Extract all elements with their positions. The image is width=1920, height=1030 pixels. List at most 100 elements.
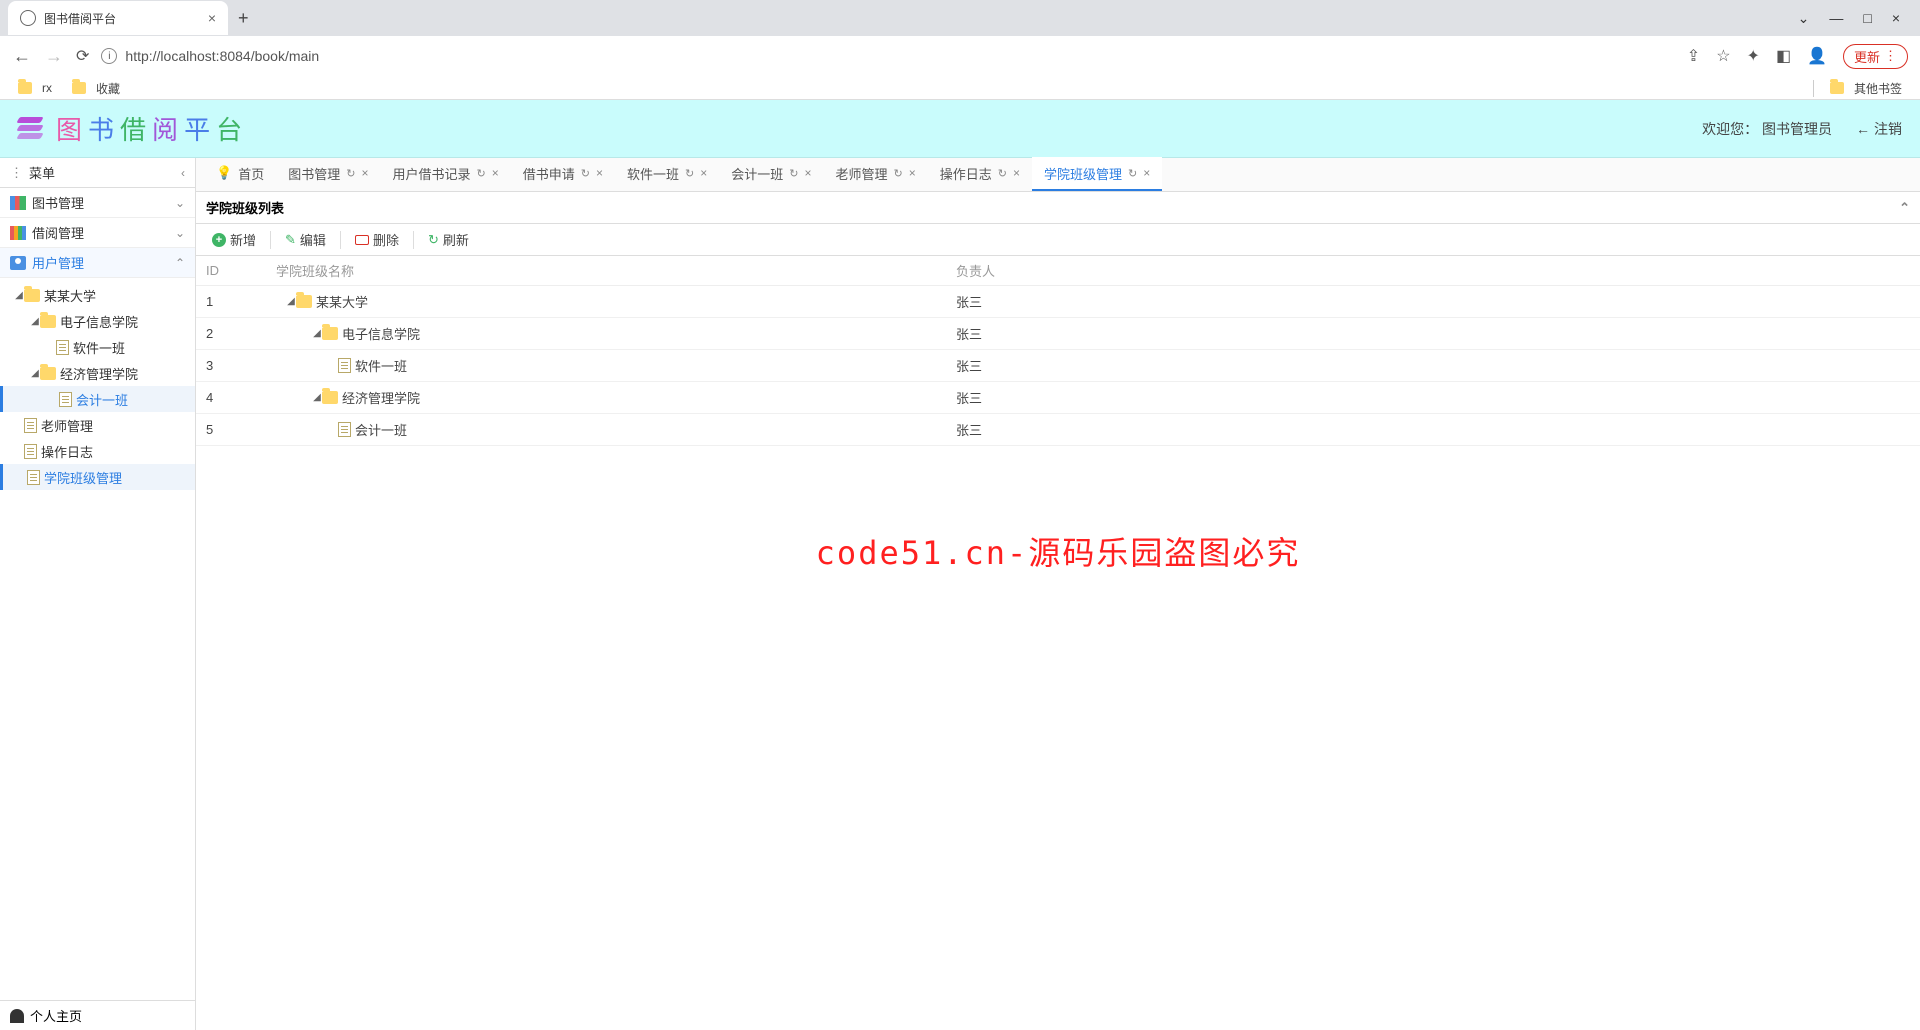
sidebar-tree: ◢某某大学 ◢电子信息学院 软件一班 ◢经济管理学院 会计一班 老师管理 操作日…: [0, 278, 195, 494]
cell-owner: 张三: [956, 324, 1910, 343]
panel-title: 学院班级列表 ⌃: [196, 192, 1920, 224]
extensions-icon[interactable]: ✦: [1747, 46, 1760, 66]
tree-node-college-class[interactable]: 学院班级管理: [0, 464, 195, 490]
tab-close-icon[interactable]: ×: [700, 166, 707, 180]
tab-label: 学院班级管理: [1044, 164, 1122, 183]
tab-close-icon[interactable]: ×: [361, 166, 368, 180]
tab-refresh-icon[interactable]: ↻: [998, 167, 1007, 180]
cell-id: 1: [206, 294, 276, 309]
tree-node-root[interactable]: ◢某某大学: [0, 282, 195, 308]
folder-icon: [296, 295, 312, 308]
tab-图书管理[interactable]: 图书管理 ↻ ×: [276, 157, 380, 191]
tab-label: 图书管理: [288, 164, 340, 183]
expand-icon[interactable]: ◢: [312, 392, 322, 403]
page-icon: [24, 444, 37, 459]
tree-node-dept1[interactable]: ◢电子信息学院: [0, 308, 195, 334]
tab-软件一班[interactable]: 软件一班↻×: [615, 157, 719, 191]
collapse-icon[interactable]: ⌃: [1899, 200, 1910, 216]
tab-会计一班[interactable]: 会计一班↻×: [719, 157, 823, 191]
cell-id: 2: [206, 326, 276, 341]
tab-close-icon[interactable]: ×: [1143, 166, 1150, 180]
tab-close-icon[interactable]: ×: [596, 166, 603, 180]
tree-node-teacher[interactable]: 老师管理: [0, 412, 195, 438]
back-icon[interactable]: ←: [12, 46, 32, 67]
tree-node-class1[interactable]: 软件一班: [0, 334, 195, 360]
tab-refresh-icon[interactable]: ↻: [476, 167, 485, 180]
reload-icon[interactable]: ⟳: [76, 46, 89, 66]
url-bar[interactable]: i http://localhost:8084/book/main: [101, 48, 1674, 64]
edit-button[interactable]: ✎编辑: [277, 227, 334, 252]
update-button[interactable]: 更新⋮: [1843, 44, 1908, 69]
tab-学院班级管理[interactable]: 学院班级管理 ↻ ×: [1032, 157, 1162, 191]
folder-icon: [40, 315, 56, 328]
side-panel-icon[interactable]: ◧: [1776, 46, 1791, 66]
tab-close-icon[interactable]: ×: [909, 166, 916, 180]
new-tab-button[interactable]: +: [238, 8, 249, 29]
refresh-button[interactable]: ↻刷新: [420, 227, 477, 252]
tab-refresh-icon[interactable]: ↻: [581, 167, 590, 180]
cell-name: 软件一班: [276, 356, 956, 375]
tab-refresh-icon[interactable]: ↻: [789, 167, 798, 180]
forward-icon[interactable]: →: [44, 46, 64, 67]
delete-button[interactable]: 删除: [347, 227, 407, 252]
tab-操作日志[interactable]: 操作日志↻×: [928, 157, 1032, 191]
folder-icon: [18, 82, 32, 94]
expand-icon[interactable]: ◢: [312, 328, 322, 339]
window-dropdown-icon[interactable]: ⌄: [1798, 10, 1810, 27]
chevron-down-icon: ⌄: [175, 196, 185, 210]
table-row[interactable]: 4◢经济管理学院张三: [196, 382, 1920, 414]
share-icon[interactable]: ⇪: [1687, 46, 1700, 66]
tab-close-icon[interactable]: ×: [1013, 166, 1020, 180]
col-name: 学院班级名称: [276, 261, 956, 280]
tab-用户借书记录[interactable]: 用户借书记录↻×: [380, 157, 510, 191]
tree-node-dept2[interactable]: ◢经济管理学院: [0, 360, 195, 386]
tab-label: 借书申请: [523, 164, 575, 183]
table-row[interactable]: 3软件一班张三: [196, 350, 1920, 382]
table-header: ID 学院班级名称 负责人: [196, 256, 1920, 286]
tab-close-icon[interactable]: ×: [804, 166, 811, 180]
borrow-icon: [10, 226, 26, 240]
table-row[interactable]: 2◢电子信息学院张三: [196, 318, 1920, 350]
bookmark-fav[interactable]: 收藏: [72, 80, 120, 97]
bookmark-bar: rx 收藏 其他书签: [0, 76, 1920, 100]
folder-icon: [322, 391, 338, 404]
expand-icon[interactable]: ◢: [30, 368, 40, 379]
tab-refresh-icon[interactable]: ↻: [893, 167, 902, 180]
star-icon[interactable]: ☆: [1716, 46, 1730, 66]
tab-老师管理[interactable]: 老师管理 ↻ ×: [823, 157, 927, 191]
close-window-icon[interactable]: ×: [1892, 10, 1900, 27]
expand-icon[interactable]: ◢: [14, 290, 24, 301]
tab-借书申请[interactable]: 借书申请 ↻ ×: [511, 157, 615, 191]
sidebar-item-borrow[interactable]: 借阅管理⌄: [0, 218, 195, 248]
bookmark-rx[interactable]: rx: [18, 81, 52, 95]
tab-close-icon[interactable]: ×: [492, 166, 499, 180]
tab-label: 老师管理: [835, 164, 887, 183]
tab-首页[interactable]: 💡首页: [204, 157, 276, 191]
maximize-icon[interactable]: □: [1863, 10, 1871, 27]
table-body: 1◢某某大学张三2◢电子信息学院张三3软件一班张三4◢经济管理学院张三5会计一班…: [196, 286, 1920, 1030]
site-info-icon[interactable]: i: [101, 48, 117, 64]
page-icon: [338, 358, 351, 373]
add-button[interactable]: +新增: [204, 227, 264, 252]
table-row[interactable]: 1◢某某大学张三: [196, 286, 1920, 318]
sidebar-item-user[interactable]: 用户管理⌃: [0, 248, 195, 278]
menu-header[interactable]: ⋮ 菜单 ‹: [0, 158, 195, 188]
expand-icon[interactable]: ◢: [286, 296, 296, 307]
profile-icon[interactable]: 👤: [1807, 46, 1827, 66]
browser-tab[interactable]: 图书借阅平台 ×: [8, 1, 228, 35]
tab-close-icon[interactable]: ×: [208, 10, 216, 26]
sidebar-personal[interactable]: 个人主页: [0, 1000, 195, 1030]
tab-refresh-icon[interactable]: ↻: [346, 167, 355, 180]
tab-refresh-icon[interactable]: ↻: [685, 167, 694, 180]
bookmark-other[interactable]: 其他书签: [1813, 80, 1902, 97]
col-owner: 负责人: [956, 261, 1910, 280]
refresh-icon: ↻: [428, 232, 439, 248]
expand-icon[interactable]: ◢: [30, 316, 40, 327]
tree-node-log[interactable]: 操作日志: [0, 438, 195, 464]
tree-node-class2[interactable]: 会计一班: [0, 386, 195, 412]
table-row[interactable]: 5会计一班张三: [196, 414, 1920, 446]
sidebar-item-books[interactable]: 图书管理⌄: [0, 188, 195, 218]
logout-button[interactable]: ← 注销: [1856, 119, 1902, 139]
minimize-icon[interactable]: —: [1829, 10, 1843, 27]
tab-refresh-icon[interactable]: ↻: [1128, 167, 1137, 180]
